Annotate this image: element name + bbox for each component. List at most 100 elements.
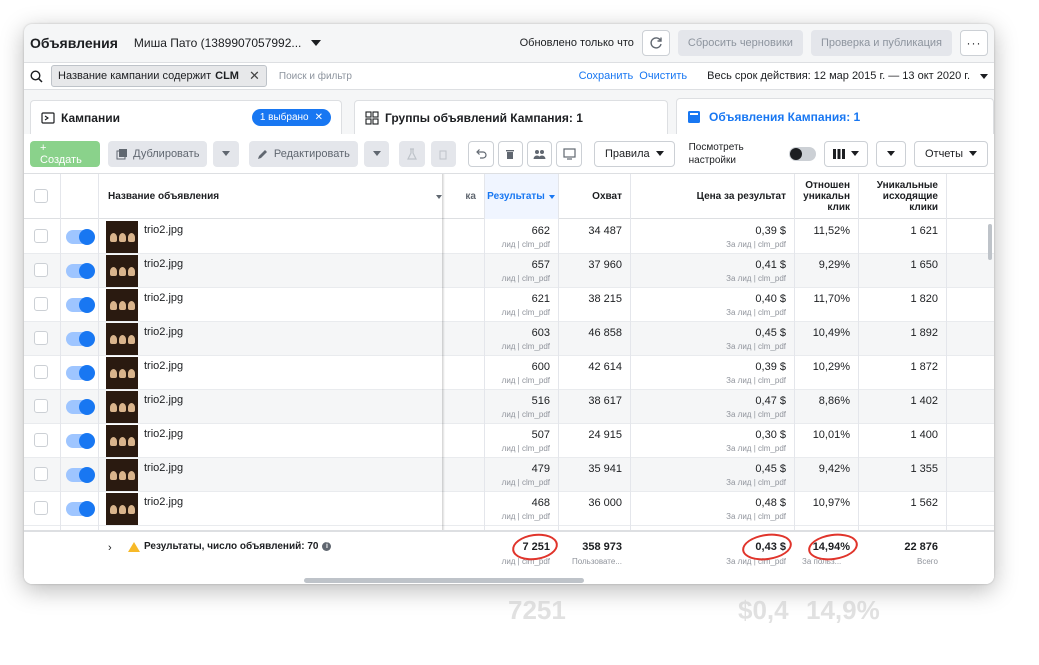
ad-status-toggle[interactable]	[66, 263, 95, 279]
close-icon[interactable]: ✕	[315, 112, 323, 123]
filter-chip[interactable]: Название кампании содержит CLM ✕	[51, 65, 267, 87]
create-button[interactable]: + Создать	[30, 140, 101, 167]
reset-drafts-button[interactable]: Сбросить черновики	[677, 30, 803, 56]
vertical-scrollbar[interactable]	[988, 224, 992, 260]
rules-dropdown[interactable]: Правила	[593, 140, 675, 167]
refresh-button[interactable]	[641, 30, 670, 56]
audience-button[interactable]	[527, 140, 553, 167]
tab-adsets[interactable]: Группы объявлений Кампания: 1	[354, 100, 668, 134]
chevron-down-icon[interactable]	[980, 73, 988, 79]
more-options-button[interactable]: ···	[960, 30, 988, 56]
ad-status-toggle[interactable]	[66, 433, 95, 449]
column-header-cost[interactable]: Цена за результат	[630, 174, 794, 219]
columns-button[interactable]	[823, 140, 868, 167]
row-checkbox[interactable]	[34, 229, 48, 243]
info-icon[interactable]: i	[322, 542, 332, 551]
review-publish-button[interactable]: Проверка и публикация	[810, 30, 952, 56]
edit-menu-button[interactable]	[363, 140, 390, 167]
date-range-selector[interactable]: Весь срок действия: 12 мар 2015 г. — 13 …	[707, 70, 970, 82]
ad-name[interactable]: trio2.jpg	[144, 496, 183, 508]
tab-ads[interactable]: Объявления Кампания: 1	[676, 98, 994, 134]
unique-header-l3: клики	[909, 202, 938, 213]
horizontal-scrollbar[interactable]	[304, 578, 584, 583]
select-all-checkbox[interactable]	[34, 189, 48, 203]
account-selector[interactable]: Миша Пато (1389907057992...	[134, 36, 302, 50]
selected-badge[interactable]: 1 выбрано ✕	[251, 109, 331, 126]
view-settings-label: Посмотреть настройки	[688, 141, 744, 166]
ad-status-toggle[interactable]	[66, 399, 95, 415]
tab-campaigns[interactable]: Кампании 1 выбрано ✕	[30, 100, 342, 134]
ad-name[interactable]: trio2.jpg	[144, 428, 183, 440]
trash-icon	[439, 150, 447, 159]
ad-status-toggle[interactable]	[66, 297, 95, 313]
flask-icon	[407, 147, 417, 160]
preview-button[interactable]	[556, 140, 582, 167]
expand-chevron-icon[interactable]: ›	[108, 542, 112, 554]
column-header-reach[interactable]: Охват	[558, 174, 630, 219]
duplicate-label: Дублировать	[133, 147, 200, 160]
ab-test-button[interactable]	[399, 140, 425, 167]
table-row[interactable]: trio2.jpg 657 лид | clm_pdf 37 960 0,41 $ За …	[24, 254, 994, 288]
close-icon[interactable]: ✕	[249, 68, 260, 84]
ad-name[interactable]: trio2.jpg	[144, 462, 183, 474]
ad-name[interactable]: trio2.jpg	[144, 394, 183, 406]
column-header-results[interactable]: Результаты	[484, 174, 558, 219]
table-row[interactable]: trio2.jpg 621 лид | clm_pdf 38 215 0,40 $ За …	[24, 288, 994, 322]
row-checkbox[interactable]	[34, 467, 48, 481]
copy-icon	[116, 148, 128, 159]
table-row[interactable]: trio2.jpg 600 лид | clm_pdf 42 614 0,39 $ За …	[24, 356, 994, 390]
delete-button[interactable]	[497, 140, 524, 167]
table-row[interactable]: trio2.jpg 516 лид | clm_pdf 38 617 0,47 $ За …	[24, 390, 994, 424]
annotation-cost: $0,4	[738, 595, 789, 625]
reports-dropdown[interactable]: Отчеты	[913, 140, 988, 167]
ad-status-toggle[interactable]	[66, 229, 95, 245]
row-checkbox[interactable]	[34, 331, 48, 345]
ad-name[interactable]: trio2.jpg	[144, 258, 183, 270]
row-checkbox[interactable]	[34, 263, 48, 277]
ad-status-toggle[interactable]	[66, 501, 95, 517]
table-row[interactable]: trio2.jpg 662 лид | clm_pdf 34 487 0,39 $ За …	[24, 220, 994, 254]
column-divider	[558, 174, 559, 578]
ad-name[interactable]: trio2.jpg	[144, 292, 183, 304]
ad-name[interactable]: trio2.jpg	[144, 360, 183, 372]
ad-thumbnail	[106, 323, 138, 355]
table-header: Название объявления ка Результаты Охват …	[24, 174, 994, 219]
ratio-value: 11,70%	[813, 293, 851, 305]
unique-value: 1 400	[910, 429, 938, 441]
save-filter-link[interactable]: Сохранить	[579, 70, 634, 82]
table-row[interactable]: trio2.jpg 479 лид | clm_pdf 35 941 0,45 $ За …	[24, 458, 994, 492]
clear-filter-link[interactable]: Очистить	[639, 70, 687, 82]
view-settings-toggle[interactable]	[788, 146, 816, 161]
column-header-ratio[interactable]: Отношен уникальн клик	[794, 174, 858, 219]
unique-header-l2: исходящие	[882, 191, 938, 202]
unique-value: 1 650	[910, 259, 938, 271]
ad-status-toggle[interactable]	[66, 331, 95, 347]
breakdown-button[interactable]	[875, 140, 906, 167]
delete-draft-button[interactable]	[430, 140, 457, 167]
column-header-unique[interactable]: Уникальные исходящие клики	[858, 174, 946, 219]
edit-button[interactable]: Редактировать	[248, 140, 358, 167]
row-checkbox[interactable]	[34, 297, 48, 311]
ad-name[interactable]: trio2.jpg	[144, 224, 183, 236]
row-checkbox[interactable]	[34, 433, 48, 447]
column-header-ad-name[interactable]: Название объявления	[108, 174, 438, 219]
table-row[interactable]: trio2.jpg 468 лид | clm_pdf 36 000 0,48 $ За …	[24, 492, 994, 526]
duplicate-button[interactable]: Дублировать	[108, 140, 208, 167]
table-row[interactable]: trio2.jpg 507 лид | clm_pdf 24 915 0,30 $ За …	[24, 424, 994, 458]
row-checkbox[interactable]	[34, 399, 48, 413]
table-row[interactable]: trio2.jpg 603 лид | clm_pdf 46 858 0,45 $ За …	[24, 322, 994, 356]
chevron-down-icon[interactable]	[311, 40, 322, 46]
results-value: 662	[531, 225, 550, 237]
results-sub: лид | clm_pdf	[501, 444, 550, 453]
duplicate-menu-button[interactable]	[213, 140, 239, 167]
ad-name[interactable]: trio2.jpg	[144, 326, 183, 338]
row-checkbox[interactable]	[34, 365, 48, 379]
search-input[interactable]: Поиск и фильтр	[279, 71, 352, 82]
undo-button[interactable]	[468, 140, 494, 167]
top-bar: Объявления Миша Пато (1389907057992... О…	[24, 24, 994, 62]
ad-status-toggle[interactable]	[66, 467, 95, 483]
row-checkbox[interactable]	[34, 501, 48, 515]
cost-value: 0,30 $	[755, 429, 786, 441]
ad-status-toggle[interactable]	[66, 365, 95, 381]
chevron-down-icon	[969, 151, 977, 156]
